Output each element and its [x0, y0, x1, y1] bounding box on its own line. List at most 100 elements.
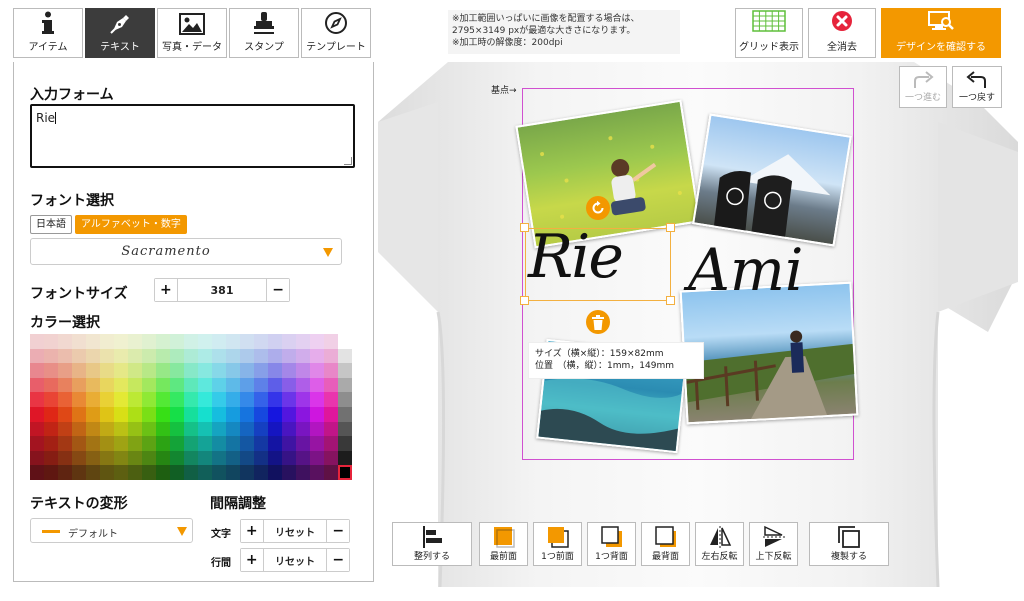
color-swatch[interactable]: [30, 392, 44, 407]
color-swatch[interactable]: [156, 436, 170, 451]
color-swatch[interactable]: [128, 436, 142, 451]
color-swatch[interactable]: [100, 421, 114, 437]
color-swatch[interactable]: [156, 450, 170, 466]
color-swatch[interactable]: [184, 421, 198, 437]
color-swatch[interactable]: [254, 436, 268, 451]
font-tab-japanese[interactable]: 日本語: [30, 215, 72, 234]
color-swatch[interactable]: [268, 363, 282, 378]
color-swatch[interactable]: [310, 407, 324, 422]
send-backward-button[interactable]: 1つ背面: [587, 522, 636, 566]
redo-button[interactable]: 一つ進む: [899, 66, 947, 108]
color-swatch[interactable]: [156, 377, 170, 393]
color-swatch[interactable]: [282, 407, 296, 422]
color-swatch[interactable]: [100, 392, 114, 407]
color-swatch[interactable]: [310, 334, 324, 349]
color-swatch[interactable]: [240, 392, 254, 407]
color-swatch[interactable]: [58, 421, 72, 437]
color-swatch[interactable]: [240, 334, 254, 349]
color-swatch[interactable]: [338, 334, 352, 349]
color-swatch[interactable]: [254, 377, 268, 393]
color-swatch[interactable]: [114, 334, 128, 349]
color-swatch[interactable]: [142, 421, 156, 437]
color-swatch[interactable]: [142, 407, 156, 422]
color-swatch[interactable]: [86, 407, 100, 422]
color-swatch[interactable]: [212, 334, 226, 349]
color-swatch[interactable]: [100, 334, 114, 349]
color-swatch[interactable]: [72, 421, 86, 437]
color-swatch[interactable]: [30, 348, 44, 364]
color-swatch[interactable]: [142, 348, 156, 364]
color-swatch[interactable]: [282, 450, 296, 466]
tab-text[interactable]: テキスト: [85, 8, 155, 58]
color-swatch[interactable]: [212, 407, 226, 422]
color-swatch[interactable]: [114, 450, 128, 466]
color-swatch[interactable]: [114, 436, 128, 451]
color-swatch[interactable]: [30, 377, 44, 393]
grid-toggle-button[interactable]: グリッド表示: [735, 8, 803, 58]
color-swatch[interactable]: [58, 348, 72, 364]
color-swatch[interactable]: [296, 348, 310, 364]
color-swatch[interactable]: [310, 421, 324, 437]
color-swatch[interactable]: [254, 392, 268, 407]
color-swatch[interactable]: [44, 392, 58, 407]
color-swatch[interactable]: [296, 377, 310, 393]
color-swatch[interactable]: [268, 348, 282, 364]
color-swatch[interactable]: [324, 465, 338, 480]
color-swatch[interactable]: [254, 465, 268, 480]
color-swatch[interactable]: [338, 436, 352, 451]
color-swatch[interactable]: [212, 363, 226, 378]
color-swatch[interactable]: [226, 392, 240, 407]
color-swatch[interactable]: [198, 348, 212, 364]
color-swatch[interactable]: [198, 421, 212, 437]
color-swatch[interactable]: [310, 348, 324, 364]
color-swatch[interactable]: [100, 377, 114, 393]
color-swatch[interactable]: [44, 407, 58, 422]
color-swatch[interactable]: [254, 421, 268, 437]
color-swatch[interactable]: [114, 465, 128, 480]
color-swatch[interactable]: [86, 377, 100, 393]
color-swatch[interactable]: [58, 436, 72, 451]
font-dropdown[interactable]: Sacramento: [30, 238, 342, 265]
color-swatch[interactable]: [282, 348, 296, 364]
text-transform-dropdown[interactable]: デフォルト: [30, 518, 193, 543]
color-swatch[interactable]: [30, 450, 44, 466]
color-swatch[interactable]: [324, 377, 338, 393]
color-swatch[interactable]: [58, 450, 72, 466]
send-to-back-button[interactable]: 最背面: [641, 522, 690, 566]
color-swatch[interactable]: [86, 465, 100, 480]
color-swatch[interactable]: [114, 421, 128, 437]
color-swatch[interactable]: [184, 436, 198, 451]
color-swatch[interactable]: [338, 421, 352, 437]
color-swatch-selected[interactable]: [338, 465, 352, 480]
color-swatch[interactable]: [170, 421, 184, 437]
color-swatch[interactable]: [170, 407, 184, 422]
color-swatch[interactable]: [156, 348, 170, 364]
color-swatch[interactable]: [324, 421, 338, 437]
color-swatch[interactable]: [338, 348, 352, 364]
color-swatch[interactable]: [72, 377, 86, 393]
color-swatch[interactable]: [282, 465, 296, 480]
color-swatch[interactable]: [170, 377, 184, 393]
color-swatch[interactable]: [310, 436, 324, 451]
color-swatch[interactable]: [296, 436, 310, 451]
color-swatch[interactable]: [72, 334, 86, 349]
color-swatch[interactable]: [324, 450, 338, 466]
color-swatch[interactable]: [86, 436, 100, 451]
color-swatch[interactable]: [72, 392, 86, 407]
color-swatch[interactable]: [296, 407, 310, 422]
color-swatch[interactable]: [240, 436, 254, 451]
color-swatch[interactable]: [44, 334, 58, 349]
color-swatch[interactable]: [296, 465, 310, 480]
color-swatch[interactable]: [212, 436, 226, 451]
color-swatch[interactable]: [198, 377, 212, 393]
color-swatch[interactable]: [184, 348, 198, 364]
color-swatch[interactable]: [156, 465, 170, 480]
color-swatch[interactable]: [310, 465, 324, 480]
color-swatch[interactable]: [226, 465, 240, 480]
resize-handle-bl[interactable]: [520, 296, 529, 305]
font-size-value[interactable]: 381: [176, 279, 268, 301]
color-swatch[interactable]: [268, 392, 282, 407]
color-swatch[interactable]: [240, 348, 254, 364]
color-swatch[interactable]: [44, 450, 58, 466]
color-swatch[interactable]: [86, 392, 100, 407]
